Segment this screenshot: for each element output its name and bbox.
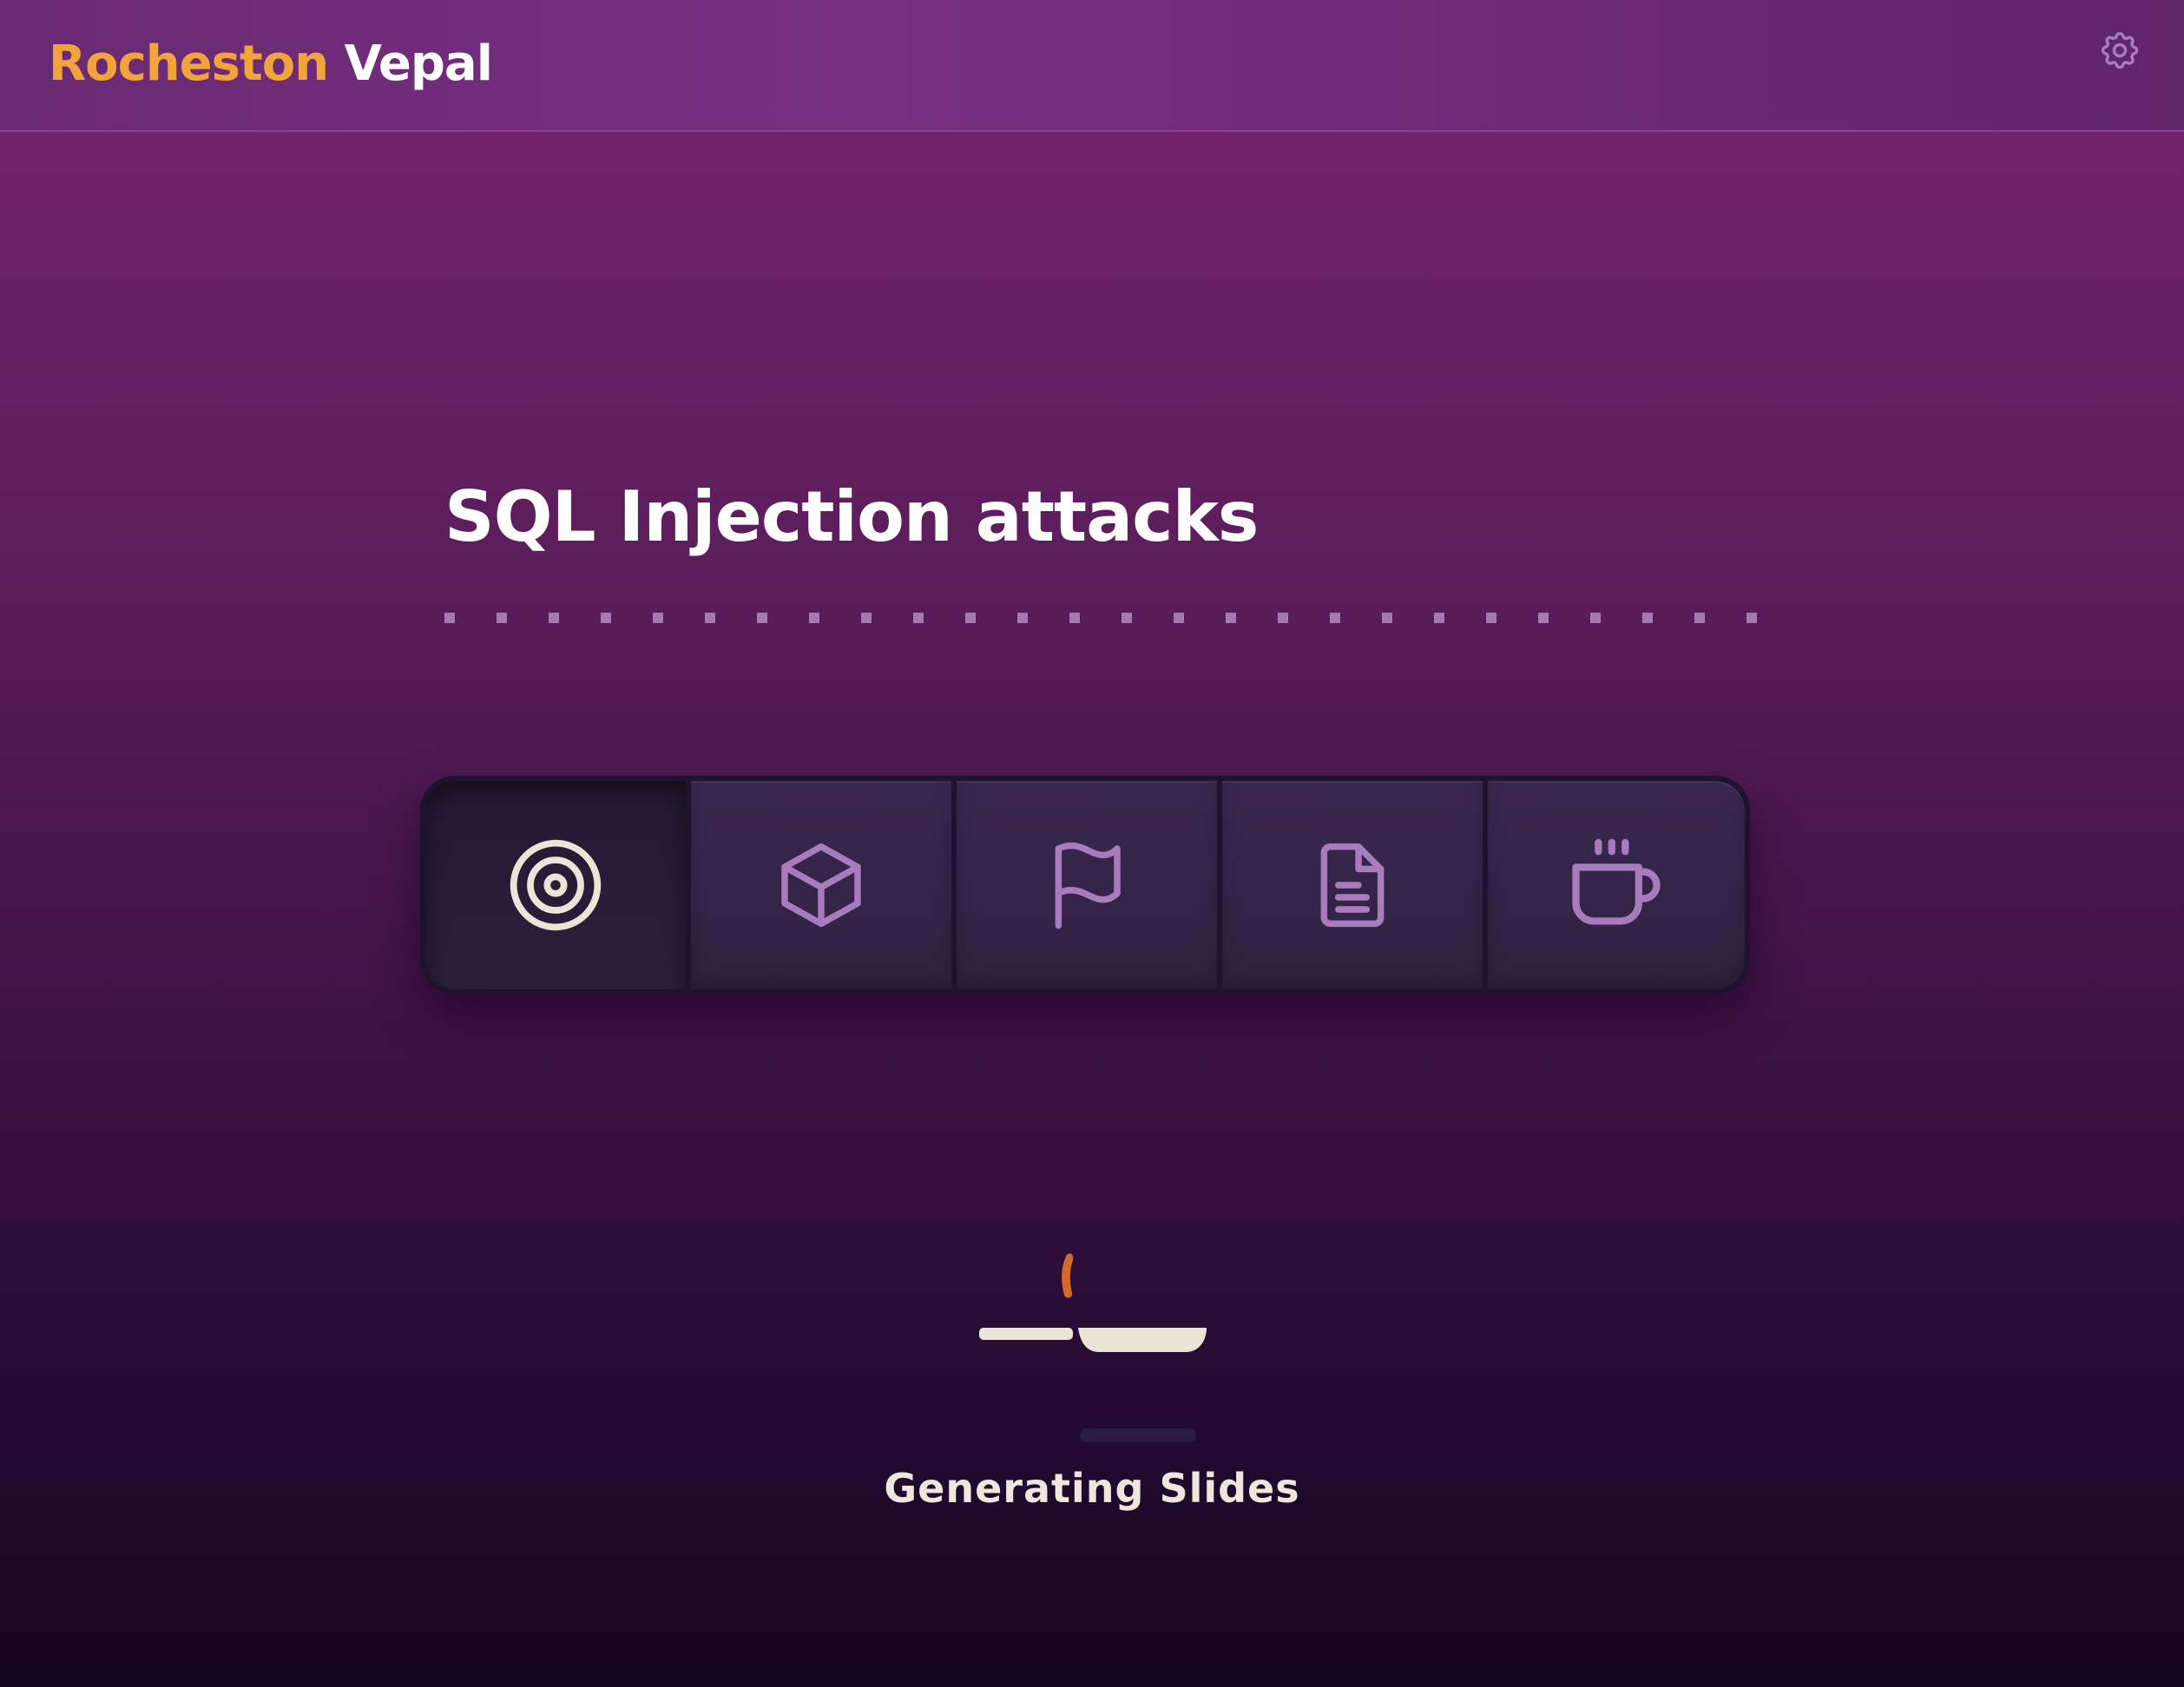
brand-name-first: Rocheston bbox=[49, 36, 329, 92]
top-bar: Rocheston Vepal bbox=[0, 0, 2184, 132]
toolbar-button-flag[interactable] bbox=[957, 781, 1217, 989]
divider-dot bbox=[705, 613, 715, 623]
divider-dot bbox=[1590, 613, 1601, 623]
pan-handle bbox=[979, 1328, 1073, 1340]
divider-dot bbox=[1069, 613, 1080, 623]
toolbar-button-target[interactable] bbox=[425, 781, 686, 989]
divider-dot bbox=[497, 613, 507, 623]
divider-dot bbox=[444, 613, 455, 623]
divider-dot bbox=[1434, 613, 1444, 623]
divider-dot bbox=[1174, 613, 1184, 623]
divider-dot bbox=[1122, 613, 1132, 623]
brand-name-second: Vepal bbox=[344, 36, 493, 92]
document-icon bbox=[1320, 843, 1385, 928]
divider-dot bbox=[1226, 613, 1236, 623]
divider-dot bbox=[965, 613, 976, 623]
flame-icon bbox=[1062, 1253, 1074, 1298]
divider-dot bbox=[1382, 613, 1392, 623]
target-icon bbox=[510, 839, 602, 931]
divider-dot bbox=[1278, 613, 1288, 623]
dotted-divider bbox=[444, 613, 1757, 623]
divider-dot bbox=[1642, 613, 1653, 623]
divider-dot bbox=[653, 613, 663, 623]
divider-dot bbox=[1747, 613, 1757, 623]
divider-dot bbox=[861, 613, 872, 623]
page-title: SQL Injection attacks bbox=[444, 476, 1259, 557]
divider-dot bbox=[549, 613, 559, 623]
divider-dot bbox=[601, 613, 611, 623]
progress-bar bbox=[1080, 1428, 1196, 1442]
toolbar-button-cube[interactable] bbox=[691, 781, 951, 989]
frying-pan-icon bbox=[979, 1253, 1207, 1352]
divider-dot bbox=[809, 613, 819, 623]
divider-dot bbox=[1486, 613, 1497, 623]
divider-dot bbox=[757, 613, 767, 623]
toolbar-button-coffee[interactable] bbox=[1488, 781, 1745, 989]
divider-dot bbox=[1694, 613, 1705, 623]
gear-icon[interactable] bbox=[2097, 28, 2142, 73]
status-text: Generating Slides bbox=[884, 1465, 1300, 1512]
coffee-cup-icon bbox=[1572, 838, 1661, 925]
pan-body bbox=[1078, 1328, 1207, 1352]
divider-dot bbox=[1017, 613, 1028, 623]
flag-icon bbox=[1055, 842, 1121, 929]
brand-logo: Rocheston Vepal bbox=[49, 31, 493, 97]
divider-dot bbox=[1330, 613, 1340, 623]
divider-dot bbox=[913, 613, 924, 623]
divider-dot bbox=[1538, 613, 1549, 623]
slide-toolbar bbox=[420, 776, 1750, 994]
toolbar-button-document[interactable] bbox=[1222, 781, 1483, 989]
cube-icon bbox=[781, 843, 861, 928]
